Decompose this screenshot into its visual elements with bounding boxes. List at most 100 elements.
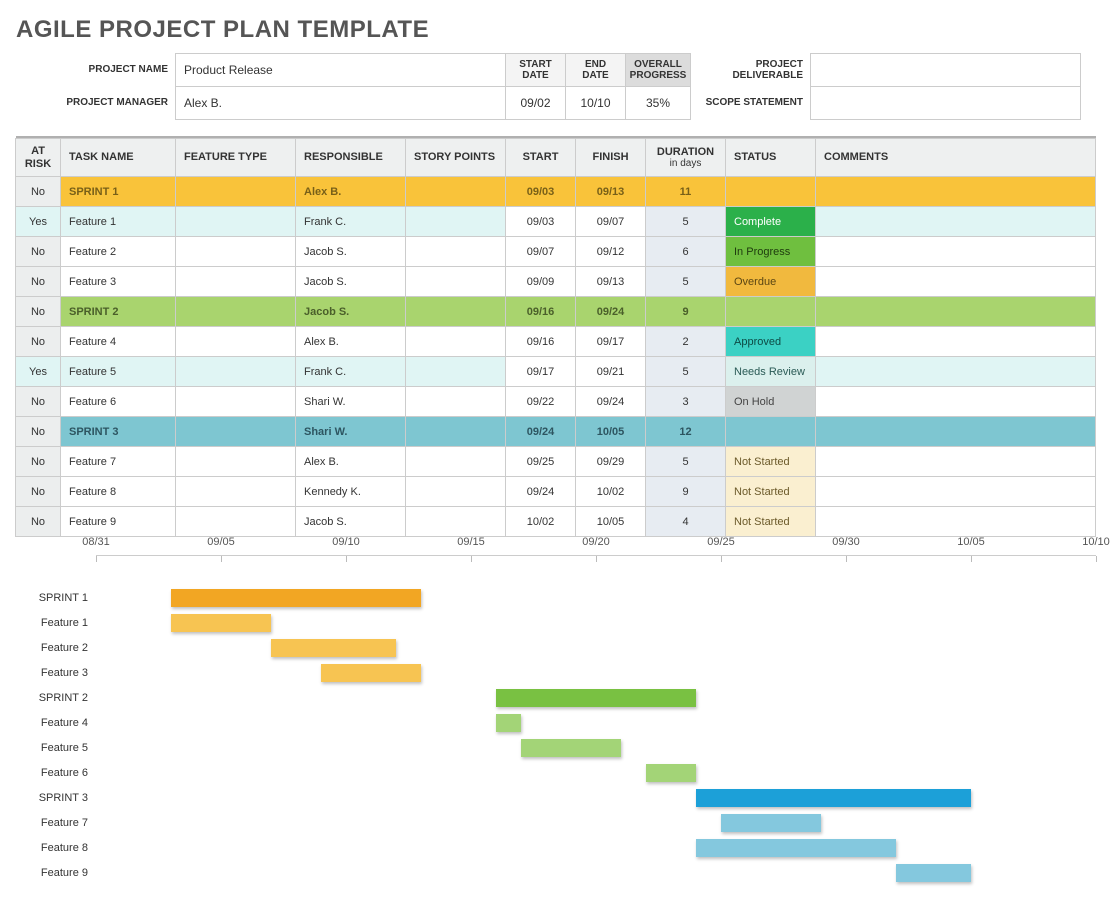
cell-at-risk: No <box>15 446 61 477</box>
table-row[interactable]: NoFeature 8Kennedy K.09/2410/029Not Star… <box>16 477 1096 507</box>
value-project-name[interactable]: Product Release <box>175 53 506 87</box>
cell-duration: 9 <box>645 476 726 507</box>
value-scope-statement[interactable] <box>810 86 1081 120</box>
cell-start: 10/02 <box>505 506 576 537</box>
cell-task-name: Feature 5 <box>60 356 176 387</box>
gantt-bar[interactable] <box>496 714 521 732</box>
cell-status[interactable] <box>725 416 816 447</box>
gantt-bar[interactable] <box>696 839 896 857</box>
cell-duration: 2 <box>645 326 726 357</box>
gantt-bar[interactable] <box>171 614 271 632</box>
gantt-tick-label: 09/15 <box>457 536 485 548</box>
cell-finish: 09/24 <box>575 296 646 327</box>
cell-task-name: Feature 2 <box>60 236 176 267</box>
task-table: AT RISK TASK NAME FEATURE TYPE RESPONSIB… <box>16 136 1096 537</box>
table-row[interactable]: NoFeature 2Jacob S.09/0709/126In Progres… <box>16 237 1096 267</box>
cell-status[interactable]: On Hold <box>725 386 816 417</box>
cell-finish: 09/13 <box>575 266 646 297</box>
cell-task-name: SPRINT 3 <box>60 416 176 447</box>
value-project-deliverable[interactable] <box>810 53 1081 87</box>
cell-finish: 10/02 <box>575 476 646 507</box>
gantt-row-label: SPRINT 2 <box>16 685 96 710</box>
col-duration-sub: in days <box>657 158 714 170</box>
value-project-manager[interactable]: Alex B. <box>175 86 506 120</box>
cell-status[interactable]: Complete <box>725 206 816 237</box>
value-overall-progress[interactable]: 35% <box>625 86 691 120</box>
cell-story-points <box>405 386 506 417</box>
cell-story-points <box>405 236 506 267</box>
table-row[interactable]: NoSPRINT 2Jacob S.09/1609/249 <box>16 297 1096 327</box>
cell-feature-type <box>175 356 296 387</box>
gantt-bar[interactable] <box>646 764 696 782</box>
value-end-date[interactable]: 10/10 <box>565 86 626 120</box>
cell-status[interactable]: Needs Review <box>725 356 816 387</box>
cell-responsible: Alex B. <box>295 326 406 357</box>
gantt-bar[interactable] <box>271 639 396 657</box>
cell-feature-type <box>175 296 296 327</box>
cell-comments <box>815 296 1096 327</box>
cell-feature-type <box>175 236 296 267</box>
cell-status[interactable]: Overdue <box>725 266 816 297</box>
table-row[interactable]: NoFeature 6Shari W.09/2209/243On Hold <box>16 387 1096 417</box>
cell-status[interactable] <box>725 176 816 207</box>
table-row[interactable]: NoSPRINT 1Alex B.09/0309/1311 <box>16 177 1096 207</box>
cell-finish: 09/13 <box>575 176 646 207</box>
gantt-tick-label: 09/05 <box>207 536 235 548</box>
cell-feature-type <box>175 206 296 237</box>
gantt-row-label: Feature 3 <box>16 660 96 685</box>
value-start-date[interactable]: 09/02 <box>505 86 566 120</box>
cell-duration: 12 <box>645 416 726 447</box>
table-row[interactable]: NoFeature 9Jacob S.10/0210/054Not Starte… <box>16 507 1096 537</box>
cell-comments <box>815 176 1096 207</box>
cell-status[interactable] <box>725 296 816 327</box>
col-status: STATUS <box>725 138 816 177</box>
cell-finish: 09/21 <box>575 356 646 387</box>
cell-story-points <box>405 356 506 387</box>
table-row[interactable]: YesFeature 1Frank C.09/0309/075Complete <box>16 207 1096 237</box>
cell-feature-type <box>175 416 296 447</box>
col-duration-title: DURATION <box>657 146 714 159</box>
table-row[interactable]: NoFeature 4Alex B.09/1609/172Approved <box>16 327 1096 357</box>
cell-start: 09/17 <box>505 356 576 387</box>
gantt-tick-label: 10/10 <box>1082 536 1110 548</box>
gantt-bar[interactable] <box>521 739 621 757</box>
gantt-bar[interactable] <box>171 589 421 607</box>
cell-task-name: Feature 3 <box>60 266 176 297</box>
cell-status[interactable]: Approved <box>725 326 816 357</box>
gantt-row-label: Feature 4 <box>16 710 96 735</box>
cell-task-name: Feature 4 <box>60 326 176 357</box>
table-header-row: AT RISK TASK NAME FEATURE TYPE RESPONSIB… <box>16 139 1096 177</box>
cell-responsible: Jacob S. <box>295 506 406 537</box>
table-row[interactable]: NoFeature 7Alex B.09/2509/295Not Started <box>16 447 1096 477</box>
cell-status[interactable]: In Progress <box>725 236 816 267</box>
cell-status[interactable]: Not Started <box>725 506 816 537</box>
table-row[interactable]: NoSPRINT 3Shari W.09/2410/0512 <box>16 417 1096 447</box>
cell-feature-type <box>175 476 296 507</box>
gantt-chart: SPRINT 1Feature 1Feature 2Feature 3SPRIN… <box>16 555 1096 903</box>
cell-at-risk: No <box>15 506 61 537</box>
gantt-bar[interactable] <box>721 814 821 832</box>
cell-story-points <box>405 266 506 297</box>
gantt-bar[interactable] <box>321 664 421 682</box>
gantt-row-label: Feature 9 <box>16 860 96 885</box>
page-title: AGILE PROJECT PLAN TEMPLATE <box>16 16 1098 44</box>
gantt-row-label: SPRINT 1 <box>16 585 96 610</box>
cell-story-points <box>405 206 506 237</box>
cell-status[interactable]: Not Started <box>725 476 816 507</box>
table-row[interactable]: NoFeature 3Jacob S.09/0909/135Overdue <box>16 267 1096 297</box>
cell-task-name: Feature 7 <box>60 446 176 477</box>
gantt-bar[interactable] <box>896 864 971 882</box>
cell-start: 09/07 <box>505 236 576 267</box>
cell-comments <box>815 236 1096 267</box>
cell-feature-type <box>175 326 296 357</box>
cell-comments <box>815 356 1096 387</box>
table-row[interactable]: YesFeature 5Frank C.09/1709/215Needs Rev… <box>16 357 1096 387</box>
cell-finish: 09/07 <box>575 206 646 237</box>
gantt-bar[interactable] <box>496 689 696 707</box>
gantt-bar[interactable] <box>696 789 971 807</box>
cell-task-name: Feature 6 <box>60 386 176 417</box>
cell-comments <box>815 206 1096 237</box>
gantt-row-label: Feature 8 <box>16 835 96 860</box>
cell-status[interactable]: Not Started <box>725 446 816 477</box>
cell-responsible: Alex B. <box>295 176 406 207</box>
